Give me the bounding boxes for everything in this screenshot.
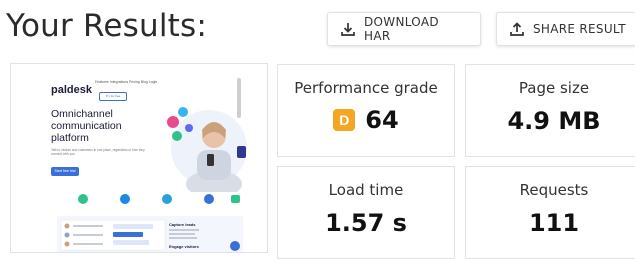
thumbnail-scrollbar: [237, 78, 241, 118]
page-size-label: Page size: [518, 79, 590, 97]
requests-label: Requests: [519, 181, 589, 199]
page-size-value: 4.9 MB: [507, 107, 601, 135]
load-time-label: Load time: [328, 181, 404, 199]
thumbnail-side-text: Capture leads Engage visitors: [169, 222, 199, 249]
requests-value: 111: [528, 209, 580, 237]
hero-illustration: [167, 107, 247, 192]
load-time-card: Load time 1.57 s: [277, 166, 455, 259]
thumbnail-headline: Omnichannel communication platform: [51, 108, 122, 144]
thumbnail-side-line: [169, 237, 197, 239]
thumbnail-side-heading: Capture leads: [169, 222, 196, 227]
thumbnail-subtext: Talk to visitors and customers in one pl…: [51, 148, 145, 156]
thumbnail-side-line: [169, 233, 195, 235]
thumbnail-nav: Features Integrations Pricing Blog Login: [95, 80, 158, 84]
thumbnail-side-heading-2: Engage visitors: [169, 244, 199, 249]
thumbnail-cta: Start free trial: [51, 167, 79, 176]
share-icon: [510, 22, 524, 36]
website-preview: paldesk Features Integrations Pricing Bl…: [51, 76, 249, 252]
performance-grade-label: Performance grade: [294, 79, 438, 97]
share-result-button[interactable]: SHARE RESULT: [496, 12, 635, 46]
page-size-card: Page size 4.9 MB: [465, 64, 635, 157]
page-title: Your Results:: [6, 8, 208, 44]
performance-grade-card: Performance grade D 64: [277, 64, 455, 157]
grade-badge: D: [333, 109, 356, 131]
load-time-value: 1.57 s: [325, 209, 407, 237]
thumbnail-side-line: [169, 229, 199, 231]
performance-grade-value: 64: [365, 106, 399, 134]
share-result-label: SHARE RESULT: [533, 22, 626, 36]
download-icon: [341, 23, 355, 36]
download-har-button[interactable]: DOWNLOAD HAR: [327, 12, 481, 46]
thumbnail-chat-preview: [57, 216, 243, 252]
requests-card: Requests 111: [465, 166, 635, 259]
download-har-label: DOWNLOAD HAR: [364, 15, 439, 43]
thumbnail-nav-button: Try for free: [99, 92, 127, 101]
page-screenshot-thumbnail: paldesk Features Integrations Pricing Bl…: [10, 63, 268, 253]
thumbnail-logo: paldesk: [51, 84, 92, 96]
channel-icons-row: [73, 192, 243, 206]
